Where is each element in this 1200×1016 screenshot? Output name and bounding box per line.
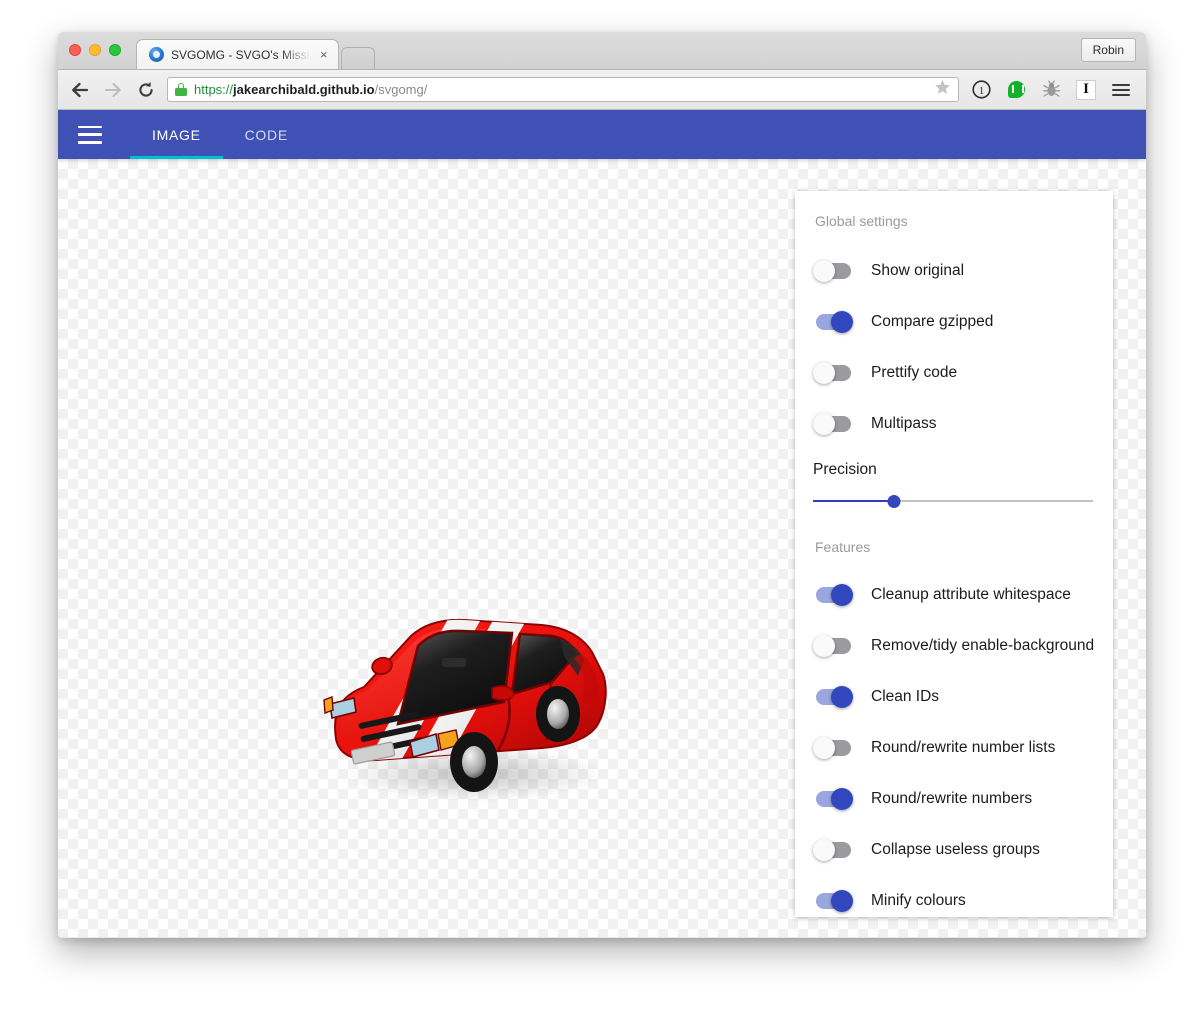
setting-label: Minify colours — [871, 891, 966, 909]
new-tab-button[interactable] — [340, 47, 375, 69]
toggle-remove-tidy-enable-background[interactable] — [813, 634, 853, 657]
profile-label: Robin — [1092, 43, 1124, 57]
browser-window: SVGOMG - SVGO's Missin × Robin https://j… — [58, 32, 1146, 938]
italic-letter-icon[interactable]: I — [1073, 77, 1099, 103]
browser-tab-title: SVGOMG - SVGO's Missin — [171, 47, 311, 62]
setting-minify-colours[interactable]: Minify colours — [795, 875, 1113, 917]
setting-show-original[interactable]: Show original — [795, 245, 1113, 296]
close-window-button[interactable] — [69, 44, 81, 56]
setting-clean-ids[interactable]: Clean IDs — [795, 671, 1113, 722]
setting-label: Multipass — [871, 414, 937, 432]
toggle-compare-gzipped[interactable] — [813, 310, 853, 333]
tab-strip: SVGOMG - SVGO's Missin × — [136, 39, 375, 69]
browser-tab[interactable]: SVGOMG - SVGO's Missin × — [136, 39, 339, 69]
setting-cleanup-attribute-whitespace[interactable]: Cleanup attribute whitespace — [795, 569, 1113, 620]
tab-code[interactable]: CODE — [223, 110, 310, 159]
setting-compare-gzipped[interactable]: Compare gzipped — [795, 296, 1113, 347]
setting-label: Prettify code — [871, 363, 958, 381]
features-label: Features — [815, 539, 871, 555]
setting-label: Show original — [871, 261, 965, 279]
url-path: /svgomg/ — [374, 82, 428, 97]
svgomg-gear-favicon — [149, 47, 164, 62]
toggle-cleanup-attribute-whitespace[interactable] — [813, 583, 853, 606]
setting-label: Compare gzipped — [871, 312, 994, 330]
setting-collapse-useless-groups[interactable]: Collapse useless groups — [795, 824, 1113, 875]
tab-image-label: IMAGE — [152, 126, 201, 143]
bug-icon[interactable] — [1038, 77, 1064, 103]
url-scheme: https:// — [194, 82, 234, 97]
reload-icon[interactable] — [134, 78, 158, 102]
setting-label: Round/rewrite number lists — [871, 738, 1056, 756]
setting-label: Clean IDs — [871, 687, 940, 705]
setting-label: Collapse useless groups — [871, 840, 1040, 858]
toggle-round-rewrite-number-lists[interactable] — [813, 736, 853, 759]
toggle-collapse-useless-groups[interactable] — [813, 838, 853, 861]
toggle-clean-ids[interactable] — [813, 685, 853, 708]
app-tabs: IMAGE CODE — [130, 110, 310, 159]
hamburger-menu-icon[interactable] — [78, 125, 102, 144]
page-viewport: IMAGE CODE Global settings Show original… — [58, 110, 1146, 937]
url-text: https://jakearchibald.github.io/svgomg/ — [194, 82, 923, 97]
chrome-menu-icon[interactable] — [1108, 77, 1134, 103]
setting-label: Round/rewrite numbers — [871, 789, 1033, 807]
slider-thumb[interactable] — [887, 495, 901, 508]
toggle-show-original[interactable] — [813, 259, 853, 282]
car-artwork — [306, 584, 626, 824]
profile-button[interactable]: Robin — [1080, 38, 1136, 62]
setting-label: Remove/tidy enable-background — [871, 636, 1095, 654]
image-canvas[interactable]: 5.05k - 40.94% saving Global settings Sh… — [58, 159, 1146, 937]
toggle-multipass[interactable] — [813, 412, 853, 435]
tab-image[interactable]: IMAGE — [130, 110, 223, 159]
toggle-minify-colours[interactable] — [813, 889, 853, 912]
setting-multipass[interactable]: Multipass — [795, 398, 1113, 449]
precision-slider[interactable] — [813, 493, 1093, 509]
forward-arrow-icon — [101, 78, 125, 102]
browser-titlebar: SVGOMG - SVGO's Missin × Robin — [58, 32, 1146, 70]
setting-label: Cleanup attribute whitespace — [871, 585, 1071, 603]
back-arrow-icon[interactable] — [68, 78, 92, 102]
window-controls — [69, 44, 121, 56]
info-circle-icon[interactable]: 1 — [968, 77, 994, 103]
bookmark-star-icon[interactable] — [934, 79, 951, 100]
svg-text:1: 1 — [978, 85, 984, 97]
settings-panel: Global settings Show original Compare gz… — [795, 191, 1113, 917]
app-bar: IMAGE CODE — [58, 110, 1146, 159]
close-icon[interactable]: × — [318, 48, 330, 61]
hangouts-icon[interactable] — [1003, 77, 1029, 103]
setting-remove-tidy-enable-background[interactable]: Remove/tidy enable-background — [795, 620, 1113, 671]
address-bar[interactable]: https://jakearchibald.github.io/svgomg/ — [167, 77, 959, 102]
browser-toolbar: https://jakearchibald.github.io/svgomg/ … — [58, 70, 1146, 110]
lock-icon — [175, 83, 187, 96]
tab-code-label: CODE — [244, 126, 288, 143]
url-host: jakearchibald.github.io — [233, 82, 375, 97]
minimize-window-button[interactable] — [89, 44, 101, 56]
maximize-window-button[interactable] — [109, 44, 121, 56]
setting-round-rewrite-numbers[interactable]: Round/rewrite numbers — [795, 773, 1113, 824]
setting-prettify-code[interactable]: Prettify code — [795, 347, 1113, 398]
toggle-round-rewrite-numbers[interactable] — [813, 787, 853, 810]
precision-setting: Precision — [795, 449, 1113, 513]
precision-label: Precision — [813, 461, 877, 478]
toggle-prettify-code[interactable] — [813, 361, 853, 384]
global-settings-label: Global settings — [815, 213, 908, 229]
italic-letter-label: I — [1076, 79, 1096, 100]
setting-round-rewrite-number-lists[interactable]: Round/rewrite number lists — [795, 722, 1113, 773]
slider-fill — [813, 500, 895, 502]
